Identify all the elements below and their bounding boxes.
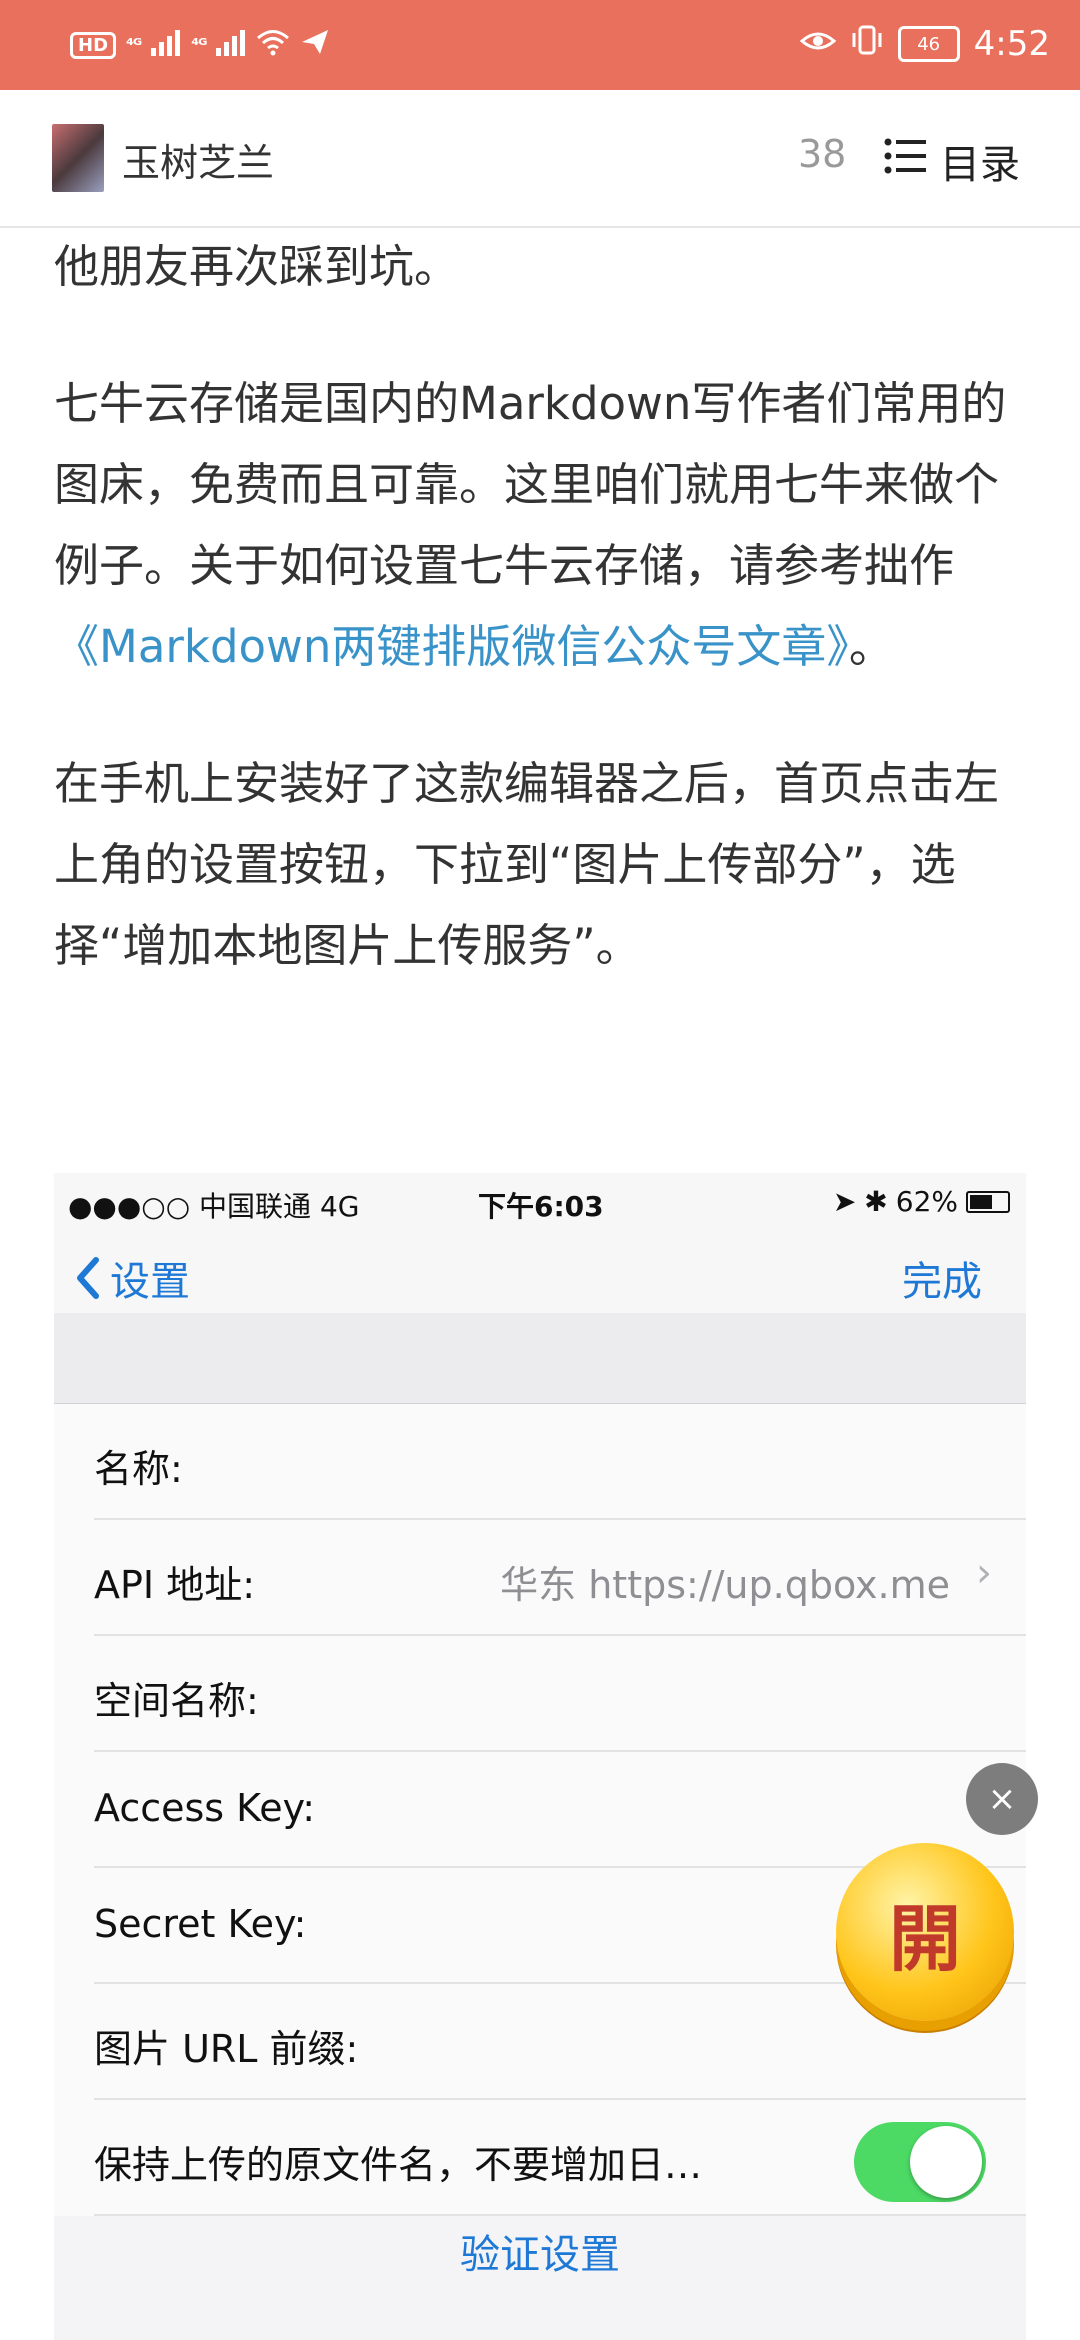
- section-spacer: [54, 1313, 1026, 1404]
- article-body: 他朋友再次踩到坑。 七牛云存储是国内的Markdown写作者们常用的图床，免费而…: [54, 226, 1034, 986]
- battery-level: 46: [917, 33, 941, 55]
- toc-button[interactable]: 目录: [884, 132, 1020, 190]
- ios-nav-bar: 设置 完成: [54, 1229, 1026, 1314]
- ios-status-right: ➤ ✱ 62%: [833, 1185, 1010, 1218]
- row-api-address: API 地址: 华东 https://up.qbox.me ›: [94, 1520, 1026, 1636]
- toggle-knob: [910, 2126, 982, 2198]
- signal-icon: ⁴ᴳ: [126, 35, 142, 56]
- paragraph-2-text: 七牛云存储是国内的Markdown写作者们常用的图床，免费而且可靠。这里咱们就用…: [54, 377, 1007, 592]
- status-left: HD ⁴ᴳ ⁴ᴳ: [70, 28, 330, 63]
- ios-battery-icon: [966, 1190, 1010, 1213]
- toc-label: 目录: [940, 142, 1020, 188]
- back-label: 设置: [110, 1259, 190, 1305]
- paragraph-2: 七牛云存储是国内的Markdown写作者们常用的图床，免费而且可靠。这里咱们就用…: [54, 363, 1034, 687]
- signal-bars-icon: [151, 28, 181, 63]
- ios-battery-percent: 62%: [895, 1185, 958, 1218]
- status-right: 46 4:52: [799, 24, 1050, 64]
- wifi-icon: [256, 28, 290, 63]
- paragraph-2-end: 。: [848, 620, 894, 673]
- row-label: API 地址:: [94, 1563, 255, 1607]
- signal-bars-icon-2: [216, 28, 246, 63]
- row-label: Secret Key:: [94, 1902, 307, 1946]
- row-label: 图片 URL 前缀:: [94, 2027, 359, 2071]
- open-red-packet-button[interactable]: 開: [836, 1843, 1014, 2021]
- close-float-button[interactable]: ×: [966, 1763, 1038, 1835]
- paragraph-3: 在手机上安装好了这款编辑器之后，首页点击左上角的设置按钮，下拉到“图片上传部分”…: [54, 757, 1000, 972]
- send-icon: [300, 28, 330, 63]
- signal-icon-2: ⁴ᴳ: [191, 35, 207, 56]
- hd-badge: HD: [70, 32, 117, 59]
- author-name[interactable]: 玉树芝兰: [122, 132, 274, 187]
- author-avatar[interactable]: [52, 124, 104, 192]
- row-label: Access Key:: [94, 1786, 316, 1830]
- row-label: 名称:: [94, 1447, 183, 1491]
- row-label: 空间名称:: [94, 1679, 259, 1723]
- read-count: 38: [798, 132, 847, 176]
- eye-icon: [799, 24, 836, 64]
- clock: 4:52: [973, 24, 1050, 64]
- bluetooth-icon: ✱: [864, 1185, 888, 1218]
- keep-filename-toggle: [854, 2122, 986, 2202]
- row-value: 华东 https://up.qbox.me: [500, 1563, 950, 1607]
- verify-settings-button: 验证设置: [460, 2232, 620, 2278]
- paragraph-1: 他朋友再次踩到坑。: [54, 240, 460, 293]
- list-icon: [884, 137, 926, 185]
- row-name: 名称:: [94, 1404, 1026, 1520]
- embedded-screenshot: ●●●○○ 中国联通 4G 下午6:03 ➤ ✱ 62% 设置 完成 名称: A…: [54, 1173, 1026, 2340]
- chevron-right-icon: ›: [976, 1550, 992, 1596]
- back-button: 设置: [74, 1249, 190, 1307]
- done-button: 完成: [902, 1259, 982, 1305]
- open-label: 開: [888, 1896, 961, 1981]
- row-keep-filename: 保持上传的原文件名，不要增加日…: [94, 2100, 1026, 2216]
- row-bucket-name: 空间名称:: [94, 1636, 1026, 1752]
- ios-time: 下午6:03: [478, 1190, 604, 1223]
- vibrate-icon: [850, 24, 884, 64]
- ios-carrier: ●●●○○ 中国联通 4G: [68, 1190, 360, 1223]
- battery-icon: 46: [897, 26, 960, 62]
- row-label: 保持上传的原文件名，不要增加日…: [94, 2143, 703, 2187]
- ios-status-bar: ●●●○○ 中国联通 4G 下午6:03 ➤ ✱ 62%: [54, 1173, 1026, 1229]
- chevron-left-icon: [77, 1257, 99, 1299]
- status-bar: HD ⁴ᴳ ⁴ᴳ 46 4:52: [0, 0, 1080, 90]
- settings-list: 名称: API 地址: 华东 https://up.qbox.me › 空间名称…: [54, 1404, 1026, 2278]
- article-link[interactable]: 《Markdown两键排版微信公众号文章》: [54, 620, 849, 673]
- location-icon: ➤: [832, 1185, 857, 1218]
- close-icon: ×: [987, 1779, 1017, 1819]
- article-header: 玉树芝兰 38 目录: [0, 90, 1080, 228]
